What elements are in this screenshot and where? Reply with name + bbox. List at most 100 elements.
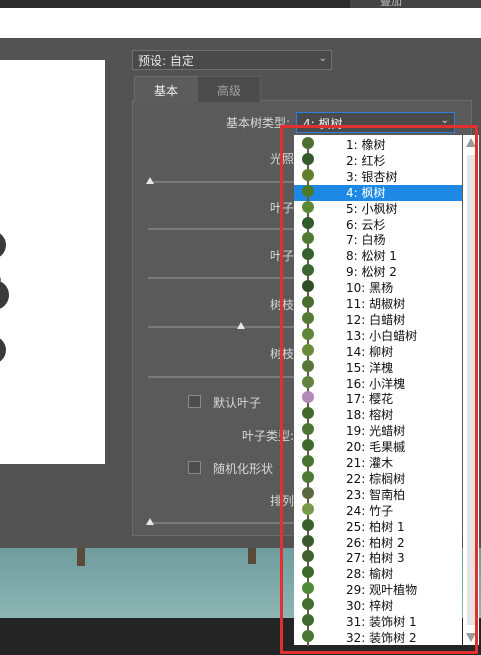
tree-list-item[interactable]: 15: 洋槐 <box>294 359 462 376</box>
tree-list-item-label: 2: 红杉 <box>346 153 386 168</box>
chevron-down-icon: ⌄ <box>440 115 449 126</box>
arrangement-slider[interactable] <box>148 522 294 524</box>
tree-list-item[interactable]: 14: 柳树 <box>294 343 462 360</box>
tree-list-item[interactable]: 20: 毛果槭 <box>294 439 462 456</box>
tree-list-item-label: 9: 松树 2 <box>346 265 397 280</box>
leaf-slider-1[interactable] <box>148 228 294 230</box>
light-label: 光照 <box>269 152 294 166</box>
tree-list-item-label: 19: 光蜡树 <box>346 424 406 439</box>
preset-label: 预设: 自定 <box>138 54 194 68</box>
tree-list-item[interactable]: 23: 智南柏 <box>294 486 462 503</box>
scroll-thumb[interactable] <box>467 155 475 625</box>
tree-list-item-label: 17: 樱花 <box>346 392 394 407</box>
tree-type-label: 基本树类型: <box>225 116 290 130</box>
tree-list-item[interactable]: 5: 小枫树 <box>294 200 462 217</box>
tree-list-item[interactable]: 8: 松树 1 <box>294 248 462 265</box>
tree-list-item-label: 7: 白杨 <box>346 233 386 248</box>
tree-list-item-label: 30: 梓树 <box>346 599 394 614</box>
redwood-icon <box>302 152 314 169</box>
tree-list-item[interactable]: 1: 橡树 <box>294 137 462 153</box>
tree-list-item[interactable]: 7: 白杨 <box>294 232 462 249</box>
tree-list-item[interactable]: 21: 灌木 <box>294 455 462 471</box>
tree-list-item-label: 20: 毛果槭 <box>346 440 406 455</box>
tree-list-item[interactable]: 24: 竹子 <box>294 502 462 519</box>
branch-slider-2[interactable] <box>148 376 294 378</box>
pine-icon <box>302 248 314 265</box>
locust-icon <box>302 359 314 376</box>
tree-list-item[interactable]: 11: 胡椒树 <box>294 296 462 312</box>
tab-advanced-label: 高级 <box>216 84 241 98</box>
cypress-icon <box>302 486 314 503</box>
small-maple-icon <box>302 200 314 217</box>
scroll-up-icon[interactable] <box>466 138 476 147</box>
tree-list-item-label: 16: 小洋槐 <box>346 376 406 391</box>
black-poplar-icon <box>302 280 314 297</box>
tree-list-item-label: 24: 竹子 <box>346 503 394 518</box>
tree-list-item[interactable]: 28: 榆树 <box>294 566 462 583</box>
tree-list-item[interactable]: 2: 红杉 <box>294 152 462 169</box>
app-top-strip: 叠加 <box>0 0 481 8</box>
tab-basic-label: 基本 <box>153 84 178 98</box>
trunk-icon <box>77 548 85 566</box>
tree-list-item-label: 3: 银杏树 <box>346 169 398 184</box>
leaf-label-2: 叶子 <box>269 249 294 263</box>
list-scrollbar[interactable] <box>463 135 479 645</box>
branch-slider-1[interactable] <box>148 326 294 328</box>
options-bar <box>0 8 481 38</box>
tree-list-item-label: 1: 橡树 <box>346 138 386 152</box>
tree-list-item[interactable]: 16: 小洋槐 <box>294 375 462 392</box>
tree-list-item-label: 13: 小白蜡树 <box>346 328 418 343</box>
tree-list-item[interactable]: 30: 梓树 <box>294 598 462 615</box>
tree-list-item[interactable]: 3: 银杏树 <box>294 168 462 185</box>
pine-icon <box>302 264 314 281</box>
tree-list-item-label: 10: 黑杨 <box>346 281 394 296</box>
light-slider-thumb[interactable] <box>146 177 154 184</box>
pepper-tree-icon <box>302 296 314 312</box>
branch-label-1: 树枝 <box>269 298 294 312</box>
oak-icon <box>302 137 314 153</box>
default-leaves-checkbox[interactable] <box>188 395 201 408</box>
light-slider[interactable] <box>148 181 294 183</box>
tree-list-item[interactable]: 29: 观叶植物 <box>294 582 462 599</box>
tree-list-item[interactable]: 19: 光蜡树 <box>294 423 462 440</box>
tree-list-item[interactable]: 32: 装饰树 2 <box>294 629 462 646</box>
cypress-icon <box>302 534 314 551</box>
preset-dropdown[interactable]: 预设: 自定 ⌄ <box>132 50 332 70</box>
tree-type-select[interactable]: 4: 枫树 ⌄ <box>296 112 455 133</box>
tree-list-item[interactable]: 22: 棕榈树 <box>294 470 462 487</box>
branch-slider-thumb[interactable] <box>237 322 245 329</box>
tree-list-item-label: 4: 枫树 <box>346 185 386 200</box>
tree-list-item[interactable]: 4: 枫树 <box>294 184 462 201</box>
bamboo-icon <box>302 502 314 519</box>
tree-type-list[interactable]: 1: 橡树 2: 红杉 3: 银杏树 4: 枫树 5: 小枫树 6: 云杉 7: 白杨 8: … <box>294 135 462 646</box>
elm-icon <box>302 566 314 583</box>
tree-list-item[interactable]: 25: 柏树 1 <box>294 518 462 535</box>
poplar-icon <box>302 232 314 249</box>
tree-list-item[interactable]: 9: 松树 2 <box>294 264 462 281</box>
tree-list-item-label: 8: 松树 1 <box>346 249 397 264</box>
tree-list-item[interactable]: 12: 白蜡树 <box>294 311 462 328</box>
tree-list-item-label: 23: 智南柏 <box>346 487 406 502</box>
leaf-label-1: 叶子 <box>269 201 294 215</box>
tree-list-item[interactable]: 31: 装饰树 1 <box>294 614 462 630</box>
tree-list-item-label: 14: 柳树 <box>346 344 394 359</box>
randomize-shape-checkbox[interactable] <box>188 461 201 474</box>
tree-list-item[interactable]: 26: 柏树 2 <box>294 534 462 551</box>
tree-list-item-label: 29: 观叶植物 <box>346 583 418 598</box>
tree-list-item[interactable]: 27: 柏树 3 <box>294 550 462 567</box>
tree-list-item[interactable]: 13: 小白蜡树 <box>294 327 462 344</box>
tree-list-item-label: 12: 白蜡树 <box>346 312 406 327</box>
tab-advanced[interactable]: 高级 <box>197 76 261 102</box>
trunk-icon <box>248 548 256 564</box>
arrangement-slider-thumb[interactable] <box>146 518 154 525</box>
scroll-down-icon[interactable] <box>466 633 476 642</box>
leaf-slider-2[interactable] <box>148 277 294 279</box>
tab-basic[interactable]: 基本 <box>134 76 198 102</box>
tree-list-item[interactable]: 6: 云杉 <box>294 216 462 233</box>
tree-preview-icon <box>0 233 9 362</box>
tree-list-item[interactable]: 18: 榕树 <box>294 407 462 424</box>
tree-list-item[interactable]: 17: 樱花 <box>294 391 462 408</box>
ornamental-tree-icon <box>302 614 314 630</box>
tree-list-item-label: 11: 胡椒树 <box>346 297 406 311</box>
tree-list-item[interactable]: 10: 黑杨 <box>294 280 462 297</box>
